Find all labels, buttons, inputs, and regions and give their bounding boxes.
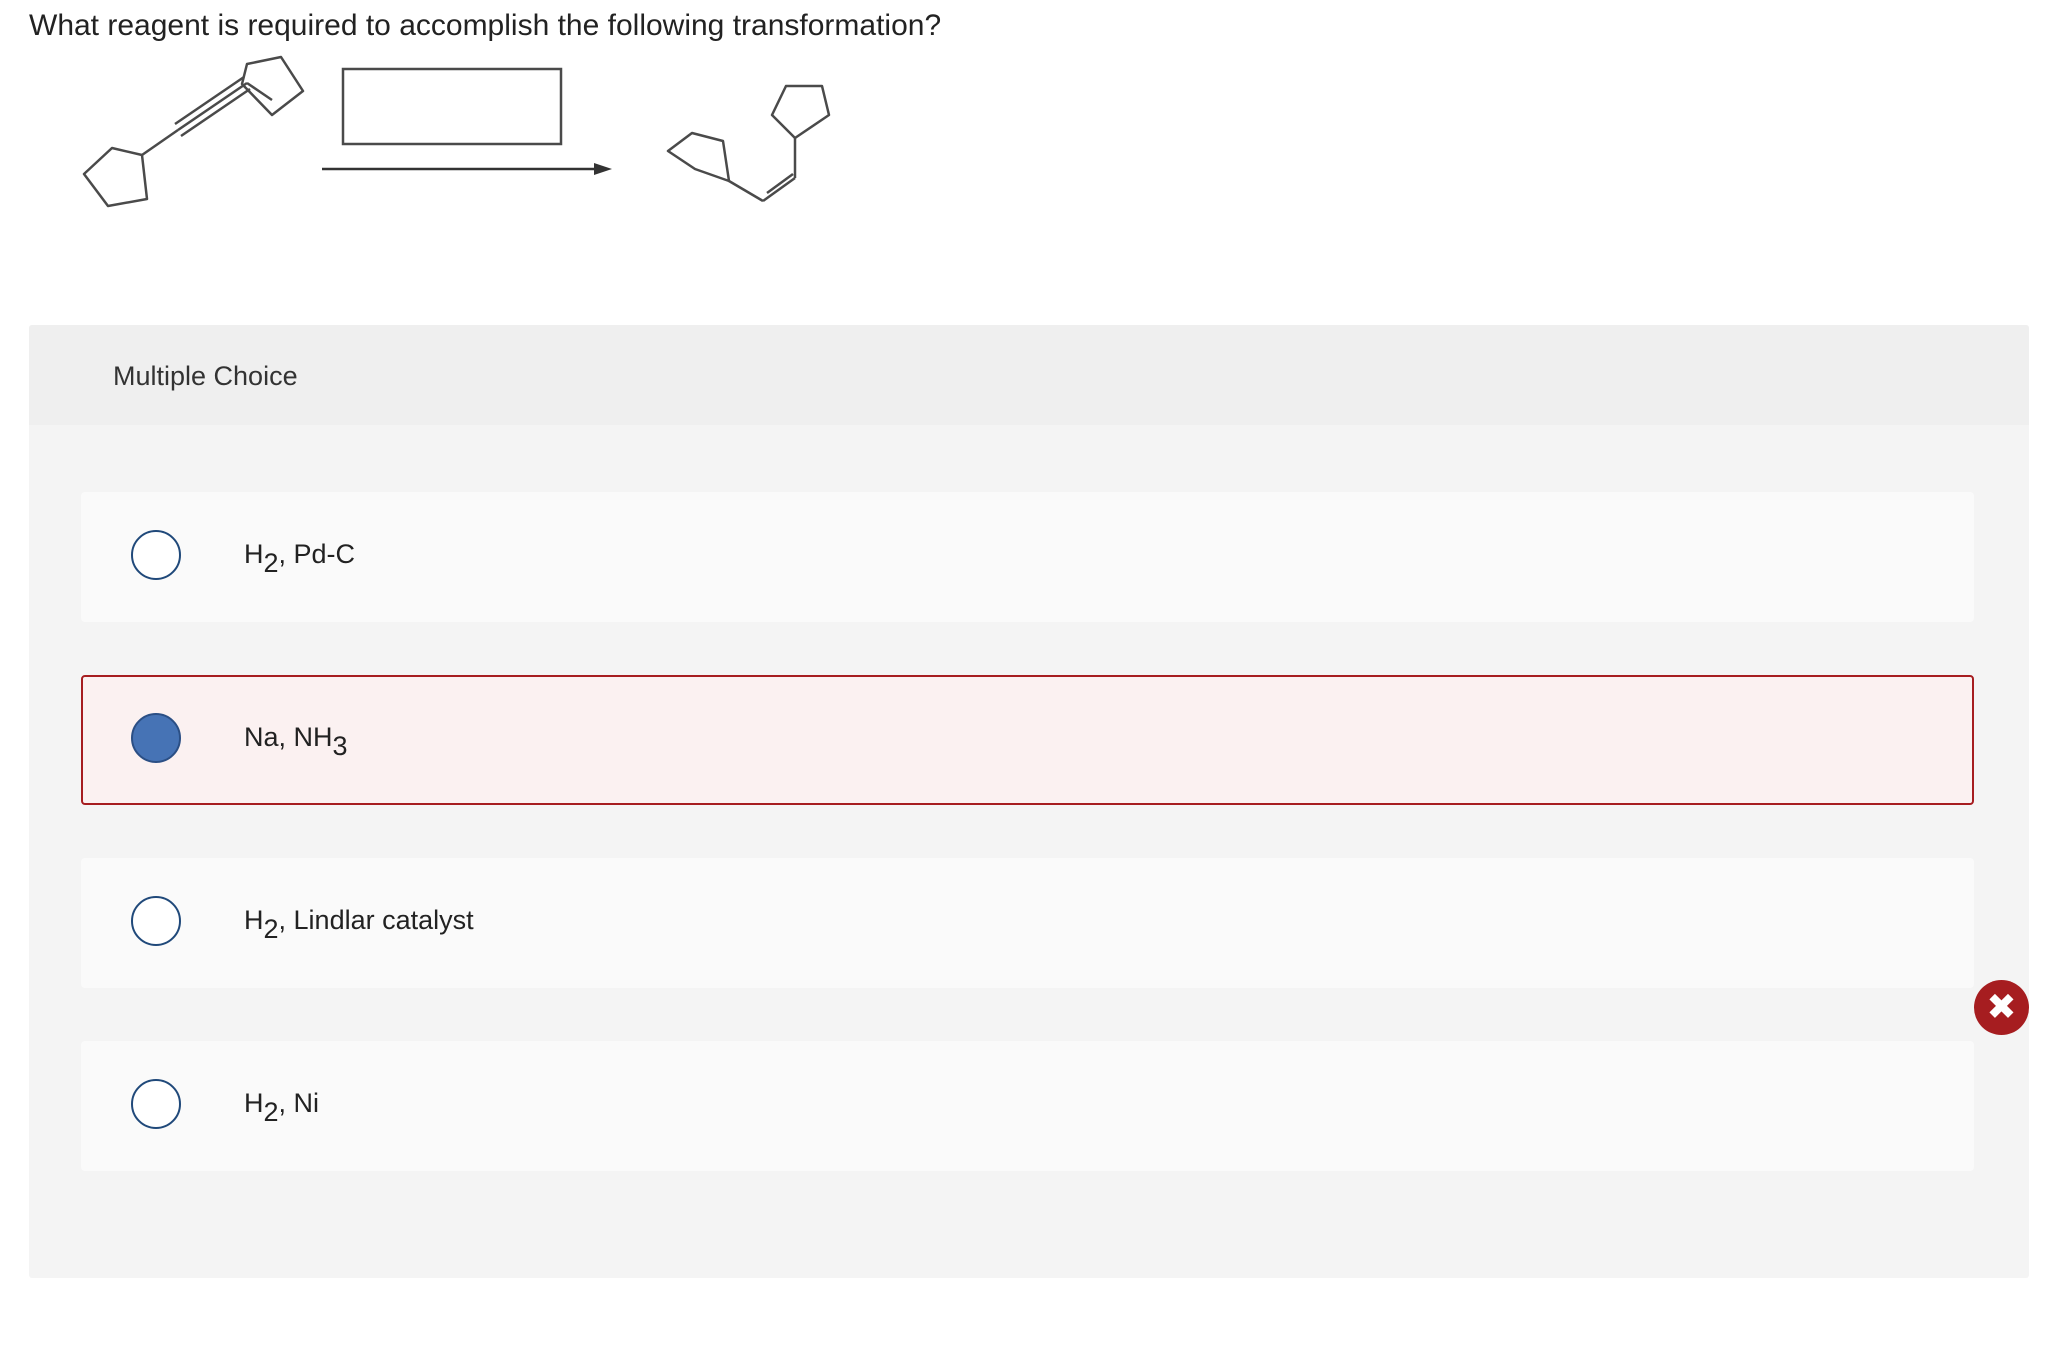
option-label: Na, NH3 xyxy=(244,722,348,761)
option-h2-lindlar[interactable]: H2, Lindlar catalyst xyxy=(81,858,1974,988)
option-label: H2, Ni xyxy=(244,1088,320,1127)
option-h2-ni[interactable]: H2, Ni xyxy=(81,1041,1974,1171)
incorrect-x-icon: ✖ xyxy=(1974,980,2029,1035)
option-na-nh3[interactable]: Na, NH3 xyxy=(81,675,1974,805)
radio-button[interactable] xyxy=(131,530,181,580)
option-h2-pd-c[interactable]: H2, Pd-C xyxy=(81,492,1974,622)
radio-button[interactable] xyxy=(131,896,181,946)
multiple-choice-panel: Multiple Choice H2, Pd-C Na, NH3 H2, Lin… xyxy=(29,325,2029,1278)
reaction-scheme xyxy=(82,55,831,208)
product-structure xyxy=(666,84,831,203)
reagent-box xyxy=(341,67,563,146)
reactant-structure xyxy=(82,55,305,208)
option-label: H2, Pd-C xyxy=(244,539,356,578)
option-label: H2, Lindlar catalyst xyxy=(244,905,474,944)
reaction-arrow xyxy=(322,163,612,175)
radio-button-selected[interactable] xyxy=(131,713,181,763)
radio-button[interactable] xyxy=(131,1079,181,1129)
multiple-choice-header: Multiple Choice xyxy=(29,325,2029,425)
multiple-choice-label: Multiple Choice xyxy=(113,361,298,391)
